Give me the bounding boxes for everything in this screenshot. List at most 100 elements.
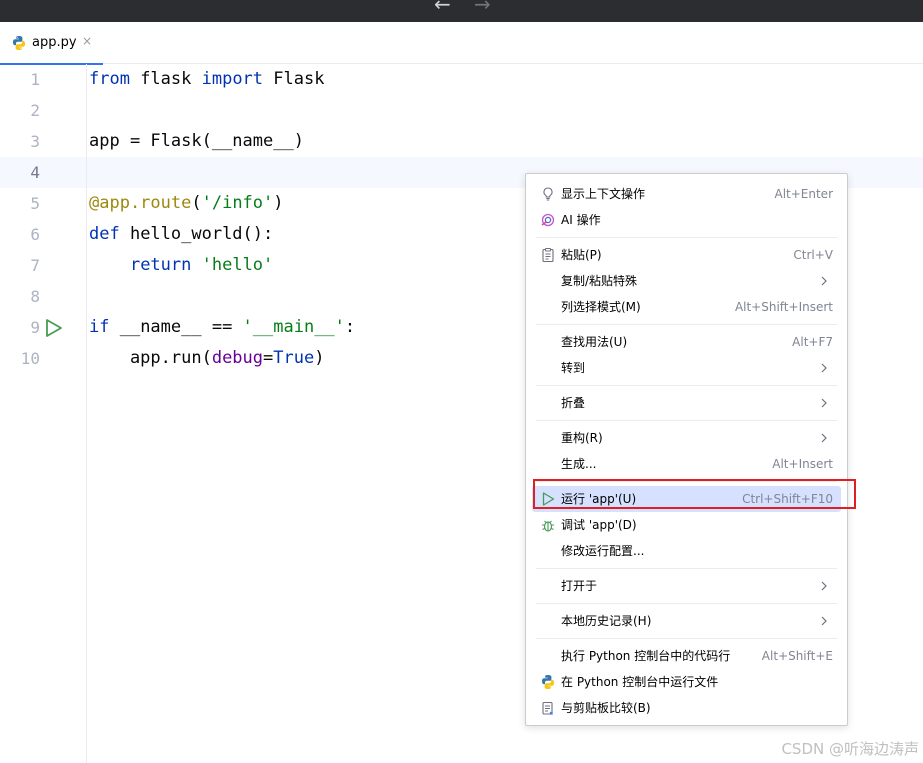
menu-label: AI 操作 [561,213,601,227]
menu-separator [536,568,837,569]
menu-item-show-context-actions[interactable]: 显示上下文操作 Alt+Enter [532,181,841,207]
line-number: 4 [30,163,40,182]
chevron-right-icon [821,276,827,286]
menu-item-exec-line-console[interactable]: 执行 Python 控制台中的代码行 Alt+Shift+E [532,643,841,669]
menu-separator [536,237,837,238]
back-arrow-icon[interactable]: ← [434,0,451,14]
menu-item-refactor[interactable]: 重构(R) [532,425,841,451]
line-number: 1 [30,70,40,89]
code-token: flask [129,69,202,89]
code-token: if [89,317,110,337]
menu-item-find-usages[interactable]: 查找用法(U) Alt+F7 [532,329,841,355]
lightbulb-icon [543,187,553,201]
menu-item-modify-run-config[interactable]: 修改运行配置... [532,538,841,564]
run-gutter-icon[interactable] [44,318,64,338]
menu-item-local-history[interactable]: 本地历史记录(H) [532,608,841,634]
menu-item-debug-app[interactable]: 调试 'app'(D) [532,512,841,538]
menu-item-open-in[interactable]: 打开于 [532,573,841,599]
menu-label: 查找用法(U) [561,335,628,349]
menu-label: 与剪贴板比较(B) [561,701,651,715]
menu-label: 修改运行配置... [561,544,645,558]
menu-item-compare-clipboard[interactable]: 与剪贴板比较(B) [532,695,841,721]
menu-shortcut: Ctrl+V [793,248,833,262]
code-text: return 'hello' [89,250,273,281]
menu-item-folding[interactable]: 折叠 [532,390,841,416]
code-line: 3 app = Flask(__name__) [0,126,923,157]
code-token: app.run( [89,348,212,368]
menu-item-go-to[interactable]: 转到 [532,355,841,381]
code-token: 'hello' [201,255,274,275]
code-text: if __name__ == '__main__': [89,312,355,343]
tab-app-py[interactable]: app.py × [0,22,103,65]
menu-label: 转到 [561,361,586,375]
code-token: '/info' [201,193,274,213]
code-text: def hello_world(): [89,219,273,250]
line-number: 6 [30,225,40,244]
clipboard-icon [542,248,554,263]
code-token: Flask [263,69,325,89]
code-token: = [263,348,274,368]
menu-separator [536,324,837,325]
python-console-icon [542,675,554,689]
menu-item-ai-actions[interactable]: AI 操作 [532,207,841,233]
code-token: __name__ == [109,317,243,337]
menu-separator [536,638,837,639]
python-file-icon [13,36,25,50]
line-number: 9 [30,318,40,337]
code-text: app = Flask(__name__) [89,131,304,151]
code-token: debug [211,348,264,368]
menu-separator [536,385,837,386]
code-token: import [201,69,264,89]
chevron-right-icon [821,398,827,408]
menu-shortcut: Alt+F7 [792,335,833,349]
menu-separator [536,420,837,421]
forward-arrow-icon[interactable]: → [474,0,491,14]
menu-item-run-file-console[interactable]: 在 Python 控制台中运行文件 [532,669,841,695]
menu-label: 重构(R) [561,431,603,445]
code-text: @app.route('/info') [89,188,284,219]
compare-clipboard-icon [542,701,553,715]
code-text: from flask import Flask [89,64,324,95]
chevron-right-icon [821,363,827,373]
menu-shortcut: Alt+Insert [772,457,833,471]
code-token: return [129,255,192,275]
code-token: ) [314,348,325,368]
code-token: '__main__' [242,317,345,337]
code-token: : [344,317,356,337]
line-number: 7 [30,256,40,275]
chevron-right-icon [821,433,827,443]
code-text: app.run(debug=True) [89,343,325,374]
debug-bug-icon [542,520,554,532]
menu-label: 显示上下文操作 [561,187,646,201]
close-icon[interactable]: × [82,34,92,48]
menu-label: 列选择模式(M) [561,300,641,314]
annotation-highlight-box [533,479,856,509]
editor-tab-bar: app.py × [0,22,923,65]
menu-separator [536,603,837,604]
menu-label: 打开于 [561,579,598,593]
watermark: CSDN @听海边涛声 [781,740,919,758]
code-token: from [89,69,130,89]
menu-item-generate[interactable]: 生成... Alt+Insert [532,451,841,477]
chevron-right-icon [821,581,827,591]
menu-item-copy-paste-special[interactable]: 复制/粘贴特殊 [532,268,841,294]
editor-context-menu: 显示上下文操作 Alt+Enter AI 操作 粘贴(P) Ctrl+V 复制/… [525,173,848,726]
line-number: 8 [30,287,40,306]
menu-shortcut: Alt+Enter [774,187,833,201]
code-line: 2 [0,95,923,126]
line-number: 5 [30,194,40,213]
menu-label: 粘贴(P) [561,248,602,262]
menu-label: 调试 'app'(D) [561,518,637,532]
code-token: ) [273,193,284,213]
menu-item-column-selection[interactable]: 列选择模式(M) Alt+Shift+Insert [532,294,841,320]
menu-label: 折叠 [561,396,586,410]
menu-item-paste[interactable]: 粘贴(P) Ctrl+V [532,242,841,268]
code-token: True [273,348,315,368]
chevron-right-icon [821,616,827,626]
code-token: def [89,224,120,244]
code-token: ( [191,193,202,213]
tab-label: app.py [32,35,77,50]
title-bar: ← → [0,0,923,22]
